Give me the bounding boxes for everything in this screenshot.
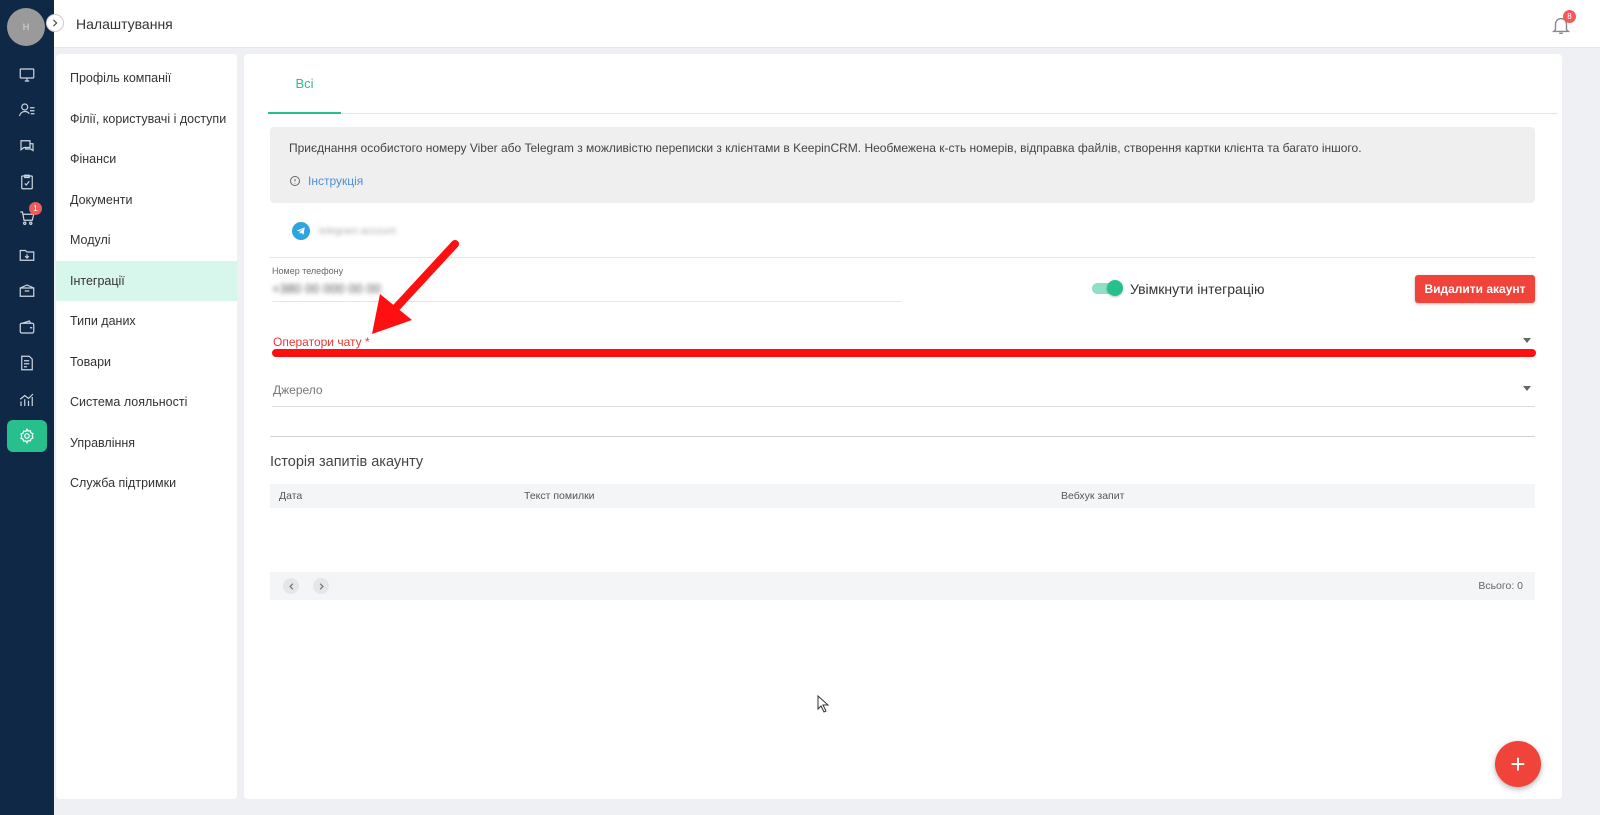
rail-item-clients[interactable] — [7, 94, 47, 126]
monitor-icon — [19, 68, 35, 82]
column-header-date[interactable]: Дата — [279, 490, 302, 502]
integration-panel: Всі Приєднання особистого номеру Viber а… — [244, 54, 1562, 799]
annotation-arrow-icon — [372, 240, 459, 334]
chevron-right-icon — [319, 582, 324, 590]
total-count: Всього: 0 — [1478, 580, 1523, 592]
tab-all[interactable]: Всі — [268, 54, 341, 114]
menu-item-data-types[interactable]: Типи даних — [56, 301, 237, 342]
column-header-error-text[interactable]: Текст помилки — [524, 490, 595, 502]
rail-item-chats[interactable] — [7, 130, 47, 162]
menu-item-management[interactable]: Управління — [56, 423, 237, 464]
menu-item-support[interactable]: Служба підтримки — [56, 463, 237, 504]
menu-item-documents[interactable]: Документи — [56, 180, 237, 221]
nav-rail: Н 1 — [0, 0, 54, 815]
chart-icon — [19, 393, 34, 406]
rail-item-orders[interactable]: 1 — [7, 202, 47, 234]
mouse-cursor-icon — [817, 695, 829, 713]
rail-item-tasks[interactable] — [7, 166, 47, 198]
chat-icon — [20, 140, 34, 152]
rail-item-dashboard[interactable] — [7, 59, 47, 91]
rail-item-warehouse[interactable] — [7, 275, 47, 307]
source-label: Джерело — [273, 383, 323, 397]
delete-account-button[interactable]: Видалити акаунт — [1415, 275, 1535, 303]
rail-item-analytics[interactable] — [7, 384, 47, 416]
history-title: Історія запитів акаунту — [270, 454, 424, 470]
menu-item-company-profile[interactable]: Профіль компанії — [56, 58, 237, 99]
account-tab[interactable]: telegram account — [292, 222, 396, 240]
integration-toggle[interactable] — [1092, 280, 1123, 296]
sidebar-expand-button[interactable] — [46, 14, 64, 32]
annotation-underline — [272, 349, 1536, 357]
folder-download-icon — [19, 249, 35, 261]
page-title: Налаштування — [76, 16, 173, 32]
settings-menu: Профіль компанії Філії, користувачі і до… — [56, 54, 237, 799]
clipboard-icon — [21, 174, 33, 190]
rail-item-documents[interactable] — [7, 347, 47, 379]
top-bar: Налаштування 8 — [54, 0, 1600, 48]
next-page-button[interactable] — [313, 578, 329, 594]
phone-label: Номер телефону — [272, 266, 344, 276]
add-fab-button[interactable]: + — [1495, 741, 1541, 787]
source-underline — [272, 406, 1535, 407]
chevron-right-icon — [52, 19, 58, 27]
dropdown-arrow-icon — [1523, 338, 1531, 343]
menu-item-integrations[interactable]: Інтеграції — [56, 260, 237, 301]
history-pagination: Всього: 0 — [270, 572, 1535, 600]
info-box: Приєднання особистого номеру Viber або T… — [270, 127, 1535, 203]
document-icon — [21, 355, 33, 371]
rail-item-settings[interactable] — [7, 420, 47, 452]
telegram-icon — [292, 222, 310, 240]
wallet-icon — [19, 320, 35, 334]
toggle-label: Увімкнути інтеграцію — [1130, 281, 1265, 297]
info-text: Приєднання особистого номеру Viber або T… — [289, 141, 1362, 155]
box-icon — [19, 284, 35, 297]
avatar[interactable]: Н — [7, 8, 45, 46]
cart-badge: 1 — [29, 202, 42, 215]
menu-item-finance[interactable]: Фінанси — [56, 139, 237, 180]
column-header-webhook[interactable]: Вебхук запит — [1061, 490, 1124, 502]
source-select[interactable]: Джерело — [272, 377, 1535, 407]
history-table-header: Дата Текст помилки Вебхук запит — [270, 484, 1535, 508]
chat-operators-label: Оператори чату * — [273, 335, 370, 349]
menu-item-products[interactable]: Товари — [56, 342, 237, 383]
account-name: telegram account — [319, 225, 396, 237]
divider — [270, 436, 1535, 437]
rail-item-finance[interactable] — [7, 311, 47, 343]
help-circle-icon — [290, 176, 300, 186]
menu-item-branches-users[interactable]: Філії, користувачі і доступи — [56, 99, 237, 140]
dropdown-arrow-icon — [1523, 386, 1531, 391]
prev-page-button[interactable] — [283, 578, 299, 594]
user-list-icon — [18, 103, 35, 117]
toggle-knob — [1107, 280, 1123, 296]
instruction-link[interactable]: Інструкція — [289, 174, 363, 188]
menu-item-loyalty[interactable]: Система лояльності — [56, 382, 237, 423]
tab-bar: Всі — [268, 54, 1558, 114]
chevron-left-icon — [288, 582, 293, 590]
notification-badge: 8 — [1563, 10, 1576, 23]
rail-item-files[interactable] — [7, 239, 47, 271]
menu-item-modules[interactable]: Модулі — [56, 220, 237, 261]
gear-icon — [20, 428, 34, 444]
